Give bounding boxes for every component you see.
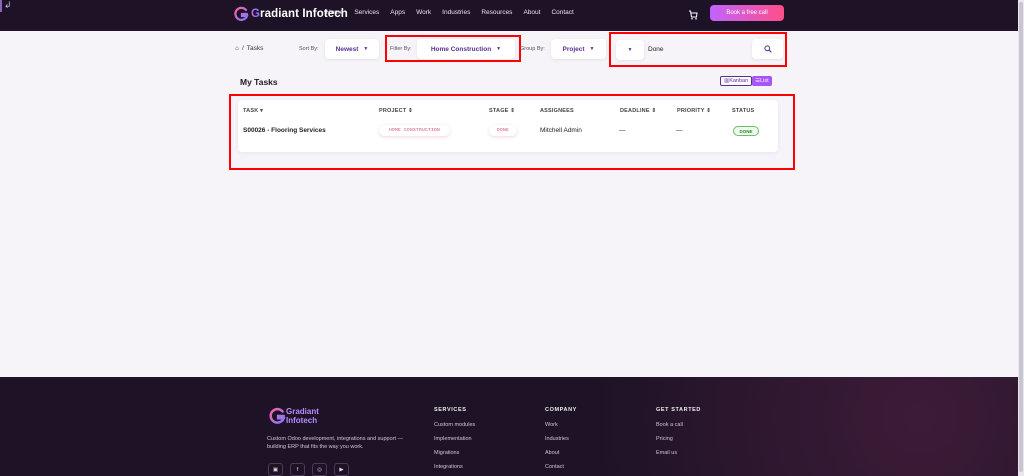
footer-link[interactable]: About (545, 450, 577, 456)
filter-label: Filter By: (390, 46, 412, 52)
nav-link-home[interactable]: Home (326, 9, 343, 16)
footer-brand-line2: Infotech (286, 416, 318, 425)
footer-col-services: SERVICES Custom modules Implementation M… (434, 407, 475, 476)
breadcrumb: ⌂ / Tasks (235, 45, 263, 52)
footer-link[interactable]: Work (545, 422, 577, 428)
view-list-label: List (760, 78, 769, 84)
corner-tab[interactable]: ↲ (0, 0, 12, 12)
footer-heading-services: SERVICES (434, 407, 467, 413)
priority-value: — (676, 127, 683, 134)
tasks-table: TASK ▾ PROJECT ⇕ STAGE ⇕ ASSIGNEES DEADL… (238, 100, 778, 152)
breadcrumb-separator: / (241, 45, 244, 52)
search-bar: ▼ (616, 39, 783, 60)
nav-link-resources[interactable]: Resources (481, 9, 512, 16)
view-kanban-button[interactable]: ▥ Kanban (720, 76, 753, 86)
filter-dropdown[interactable]: Home Construction ▼ (417, 39, 515, 59)
view-list-button[interactable]: ☰ List (752, 76, 772, 86)
assignee: Mitchell Admin (540, 127, 582, 134)
nav-link-contact[interactable]: Contact (551, 9, 573, 16)
top-nav: ↲ Gradiant Infotech Home Services Apps W… (0, 0, 1024, 31)
footer-link[interactable]: Industries (545, 436, 577, 442)
footer-heading-get-started: GET STARTED (656, 407, 701, 413)
nav-links: Home Services Apps Work Industries Resou… (326, 9, 585, 16)
section-title: My Tasks (240, 77, 278, 87)
chevron-down-icon: ▼ (589, 46, 595, 52)
cart-icon (689, 10, 698, 20)
group-dropdown[interactable]: Project ▼ (551, 39, 606, 59)
chevron-down-icon: ▼ (496, 46, 502, 52)
facebook-icon[interactable]: f (290, 463, 305, 476)
scrollbar-thumb[interactable] (1019, 2, 1023, 472)
search-button[interactable] (752, 39, 783, 59)
nav-link-industries[interactable]: Industries (442, 9, 470, 16)
stage-tag: DONE (489, 125, 517, 136)
col-header-deadline[interactable]: DEADLINE ⇕ (620, 108, 656, 114)
footer: Gradiant Infotech Custom Odoo developmen… (0, 377, 1024, 476)
footer-logo[interactable]: Gradiant Infotech (268, 407, 319, 425)
breadcrumb-current: Tasks (246, 45, 264, 52)
footer-link[interactable]: Book a call (656, 422, 701, 428)
view-toggle: ▥ Kanban ☰ List (720, 76, 772, 86)
col-header-task[interactable]: TASK ▾ (243, 108, 263, 114)
project-tag: HOME CONSTRUCTION (379, 125, 450, 136)
search-scope-dropdown[interactable]: ▼ (616, 39, 644, 60)
footer-brand-line1: Gradiant (286, 407, 319, 416)
footer-col-get-started: GET STARTED Book a call Pricing Email us (656, 407, 701, 464)
footer-brand: Gradiant Infotech (286, 407, 319, 425)
col-header-assignees: ASSIGNEES (540, 108, 574, 114)
group-label: Group By: (520, 46, 545, 52)
footer-link[interactable]: Custom modules (434, 422, 475, 428)
chevron-down-icon: ▼ (627, 46, 633, 53)
brand-logo-icon (269, 407, 286, 424)
col-header-stage[interactable]: STAGE ⇕ (489, 108, 515, 114)
nav-link-about[interactable]: About (523, 9, 540, 16)
search-icon (763, 45, 772, 53)
sort-label: Sort By: (299, 46, 319, 52)
sort-value: Newest (335, 45, 359, 53)
chevron-down-icon: ▼ (363, 46, 369, 52)
footer-link[interactable]: Contact (545, 464, 577, 470)
nav-link-apps[interactable]: Apps (390, 9, 405, 16)
group-value: Project (562, 45, 585, 53)
deadline-value: — (619, 127, 626, 134)
brand-logo-icon (234, 6, 249, 21)
nav-link-services[interactable]: Services (354, 9, 379, 16)
task-name[interactable]: S00026 - Flooring Services (243, 127, 326, 134)
instagram-icon[interactable]: ◎ (312, 463, 327, 476)
footer-link[interactable]: Integrations (434, 464, 475, 470)
footer-link[interactable]: Email us (656, 450, 701, 456)
sort-dropdown[interactable]: Newest ▼ (325, 39, 379, 59)
youtube-icon[interactable]: ▶ (334, 463, 349, 476)
col-header-priority[interactable]: PRIORITY ⇕ (677, 108, 711, 114)
brand-initial: G (251, 8, 261, 20)
filter-value: Home Construction (430, 45, 492, 53)
col-header-project[interactable]: PROJECT ⇕ (379, 108, 413, 114)
home-icon[interactable]: ⌂ (235, 45, 239, 52)
footer-link[interactable]: Migrations (434, 450, 475, 456)
book-call-button[interactable]: Book a free call (710, 5, 784, 21)
footer-col-company: COMPANY Work Industries About Contact (545, 407, 577, 476)
save-icon[interactable]: ▣ (268, 463, 283, 476)
footer-link[interactable]: Pricing (656, 436, 701, 442)
social-links: ▣ f ◎ ▶ (268, 463, 349, 476)
nav-link-work[interactable]: Work (416, 9, 431, 16)
view-kanban-label: Kanban (729, 78, 749, 84)
footer-description: Custom Odoo development, integrations an… (267, 436, 404, 450)
cart-button[interactable] (684, 6, 702, 24)
col-header-status: STATUS (732, 108, 755, 114)
search-input[interactable] (648, 40, 746, 58)
footer-heading-company: COMPANY (545, 407, 577, 413)
status-badge: DONE (733, 126, 759, 136)
footer-link[interactable]: Implementation (434, 436, 475, 442)
